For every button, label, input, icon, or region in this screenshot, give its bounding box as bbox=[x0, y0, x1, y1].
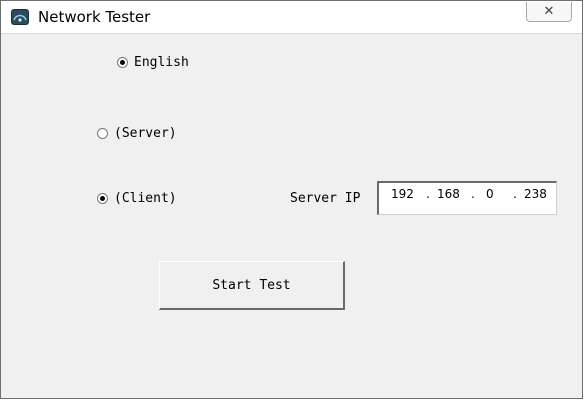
client-radio[interactable] bbox=[97, 193, 108, 204]
start-test-button[interactable]: Start Test bbox=[159, 261, 345, 310]
window-title: Network Tester bbox=[38, 8, 151, 26]
ip-separator: . bbox=[426, 187, 430, 201]
close-icon: ✕ bbox=[543, 4, 555, 19]
server-label: (Server) bbox=[114, 126, 177, 141]
network-tester-window: Network Tester ✕ English (Server) (Clien… bbox=[0, 0, 583, 399]
server-option[interactable]: (Server) bbox=[97, 126, 177, 141]
english-label: English bbox=[134, 55, 189, 70]
client-label: (Client) bbox=[114, 191, 177, 206]
start-test-label: Start Test bbox=[212, 277, 291, 293]
english-option[interactable]: English bbox=[117, 55, 189, 70]
title-bar[interactable]: Network Tester ✕ bbox=[1, 1, 582, 34]
english-radio[interactable] bbox=[117, 57, 128, 68]
ip-octet-1[interactable]: 192 bbox=[391, 187, 414, 201]
ip-octet-3[interactable]: 0 bbox=[486, 187, 494, 201]
server-ip-field[interactable]: 192 . 168 . 0 . 238 bbox=[377, 181, 557, 215]
ip-octet-4[interactable]: 238 bbox=[524, 187, 547, 201]
client-area: English (Server) (Client) Server IP 192 … bbox=[1, 34, 582, 398]
ip-octet-2[interactable]: 168 bbox=[437, 187, 460, 201]
server-radio[interactable] bbox=[97, 128, 108, 139]
network-app-icon bbox=[11, 9, 29, 25]
server-ip-label: Server IP bbox=[290, 191, 361, 206]
close-button[interactable]: ✕ bbox=[526, 2, 572, 22]
ip-separator: . bbox=[513, 187, 517, 201]
ip-separator: . bbox=[471, 187, 475, 201]
client-option[interactable]: (Client) bbox=[97, 191, 177, 206]
